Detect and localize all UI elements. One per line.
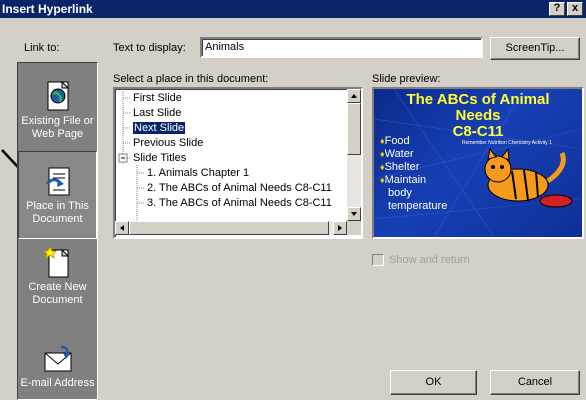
tree-item[interactable]: 3. The ABCs of Animal Needs C8-C11 bbox=[147, 196, 332, 211]
arrow-left-icon bbox=[120, 225, 124, 231]
scroll-up-button[interactable] bbox=[347, 89, 361, 103]
email-envelope-icon bbox=[44, 345, 71, 372]
arrow-down-icon bbox=[351, 212, 357, 216]
new-document-icon bbox=[43, 247, 69, 278]
close-button[interactable]: x bbox=[567, 2, 583, 16]
text-to-display-label: Text to display: bbox=[113, 42, 186, 54]
rail-existing-file[interactable]: Existing File or Web Page bbox=[18, 81, 97, 141]
slide-bullet: ♦Food bbox=[380, 135, 410, 147]
tree-item-slide-titles[interactable]: Slide Titles bbox=[133, 151, 186, 166]
screentip-button[interactable]: ScreenTip... bbox=[490, 37, 580, 60]
slide-bullet-continued: temperature bbox=[388, 200, 448, 212]
rail-place-in-document[interactable]: Place in This Document bbox=[18, 151, 97, 239]
tree-horizontal-scrollbar[interactable] bbox=[115, 221, 347, 235]
rail-label-line1: Existing File or bbox=[21, 115, 94, 127]
slide-title-line1: The ABCs of Animal bbox=[406, 91, 550, 108]
slide-bullet: ♦Water bbox=[380, 148, 414, 160]
text-to-display-value: Animals bbox=[205, 41, 245, 53]
tree-item-selected[interactable]: Next Slide bbox=[131, 121, 187, 136]
slide-bullet-continued: body bbox=[388, 187, 412, 199]
cancel-button[interactable]: Cancel bbox=[490, 370, 580, 395]
tree-vertical-scrollbar[interactable] bbox=[347, 89, 361, 221]
rail-label-line2: Document bbox=[32, 294, 83, 306]
rail-label-line1: Create New bbox=[28, 281, 87, 293]
arrow-right-icon bbox=[338, 225, 342, 231]
rail-label-line1: E-mail Address bbox=[20, 377, 95, 389]
dialog-title: Insert Hyperlink bbox=[2, 2, 93, 16]
help-button[interactable]: ? bbox=[549, 2, 565, 16]
rail-email-address[interactable]: E-mail Address bbox=[18, 345, 97, 390]
slide-preview: The ABCs of Animal Needs C8-C11 Remember… bbox=[372, 87, 584, 239]
ok-button[interactable]: OK bbox=[390, 370, 477, 395]
slide-preview-label: Slide preview: bbox=[372, 73, 441, 85]
rail-create-new-document[interactable]: Create New Document bbox=[18, 247, 97, 307]
slide-bullet: ♦Maintain bbox=[380, 174, 427, 186]
tree-item[interactable]: First Slide bbox=[133, 91, 182, 106]
link-to-label: Link to: bbox=[24, 42, 60, 54]
cartoon-cat-image bbox=[484, 147, 573, 208]
arrow-up-icon bbox=[351, 94, 357, 98]
scroll-thumb[interactable] bbox=[347, 103, 361, 155]
tree-item[interactable]: 1. Animals Chapter 1 bbox=[147, 166, 249, 181]
tree-item[interactable]: Last Slide bbox=[133, 106, 181, 121]
scroll-left-button[interactable] bbox=[115, 221, 129, 235]
scrollbar-corner bbox=[347, 221, 361, 235]
show-and-return-checkbox[interactable] bbox=[372, 254, 384, 266]
tree-item[interactable]: Previous Slide bbox=[133, 136, 203, 151]
scroll-right-button[interactable] bbox=[333, 221, 347, 235]
scroll-thumb[interactable] bbox=[129, 221, 329, 235]
show-and-return-label: Show and return bbox=[389, 254, 470, 266]
document-place-icon bbox=[45, 167, 69, 196]
link-to-rail: Existing File or Web Page Place in This … bbox=[17, 62, 98, 400]
rail-label-line2: Web Page bbox=[31, 128, 84, 140]
slide-subtitle: Remember Nutrition Chemistry Activity 1 bbox=[462, 140, 552, 146]
rail-label-line1: Place in This bbox=[26, 200, 89, 212]
text-to-display-input[interactable]: Animals bbox=[200, 37, 483, 58]
select-place-label: Select a place in this document: bbox=[113, 73, 269, 85]
rail-label-line2: Document bbox=[32, 213, 83, 225]
scroll-down-button[interactable] bbox=[347, 207, 361, 221]
tree-item[interactable]: 2. The ABCs of Animal Needs C8-C11 bbox=[147, 181, 332, 196]
place-tree[interactable]: First Slide Last Slide Next Slide Previo… bbox=[113, 87, 363, 239]
slide-title-line2: Needs bbox=[455, 107, 501, 124]
slide-bullet: ♦Shelter bbox=[380, 161, 420, 173]
title-bar: Insert Hyperlink ? x bbox=[0, 0, 586, 18]
globe-page-icon bbox=[47, 81, 69, 111]
